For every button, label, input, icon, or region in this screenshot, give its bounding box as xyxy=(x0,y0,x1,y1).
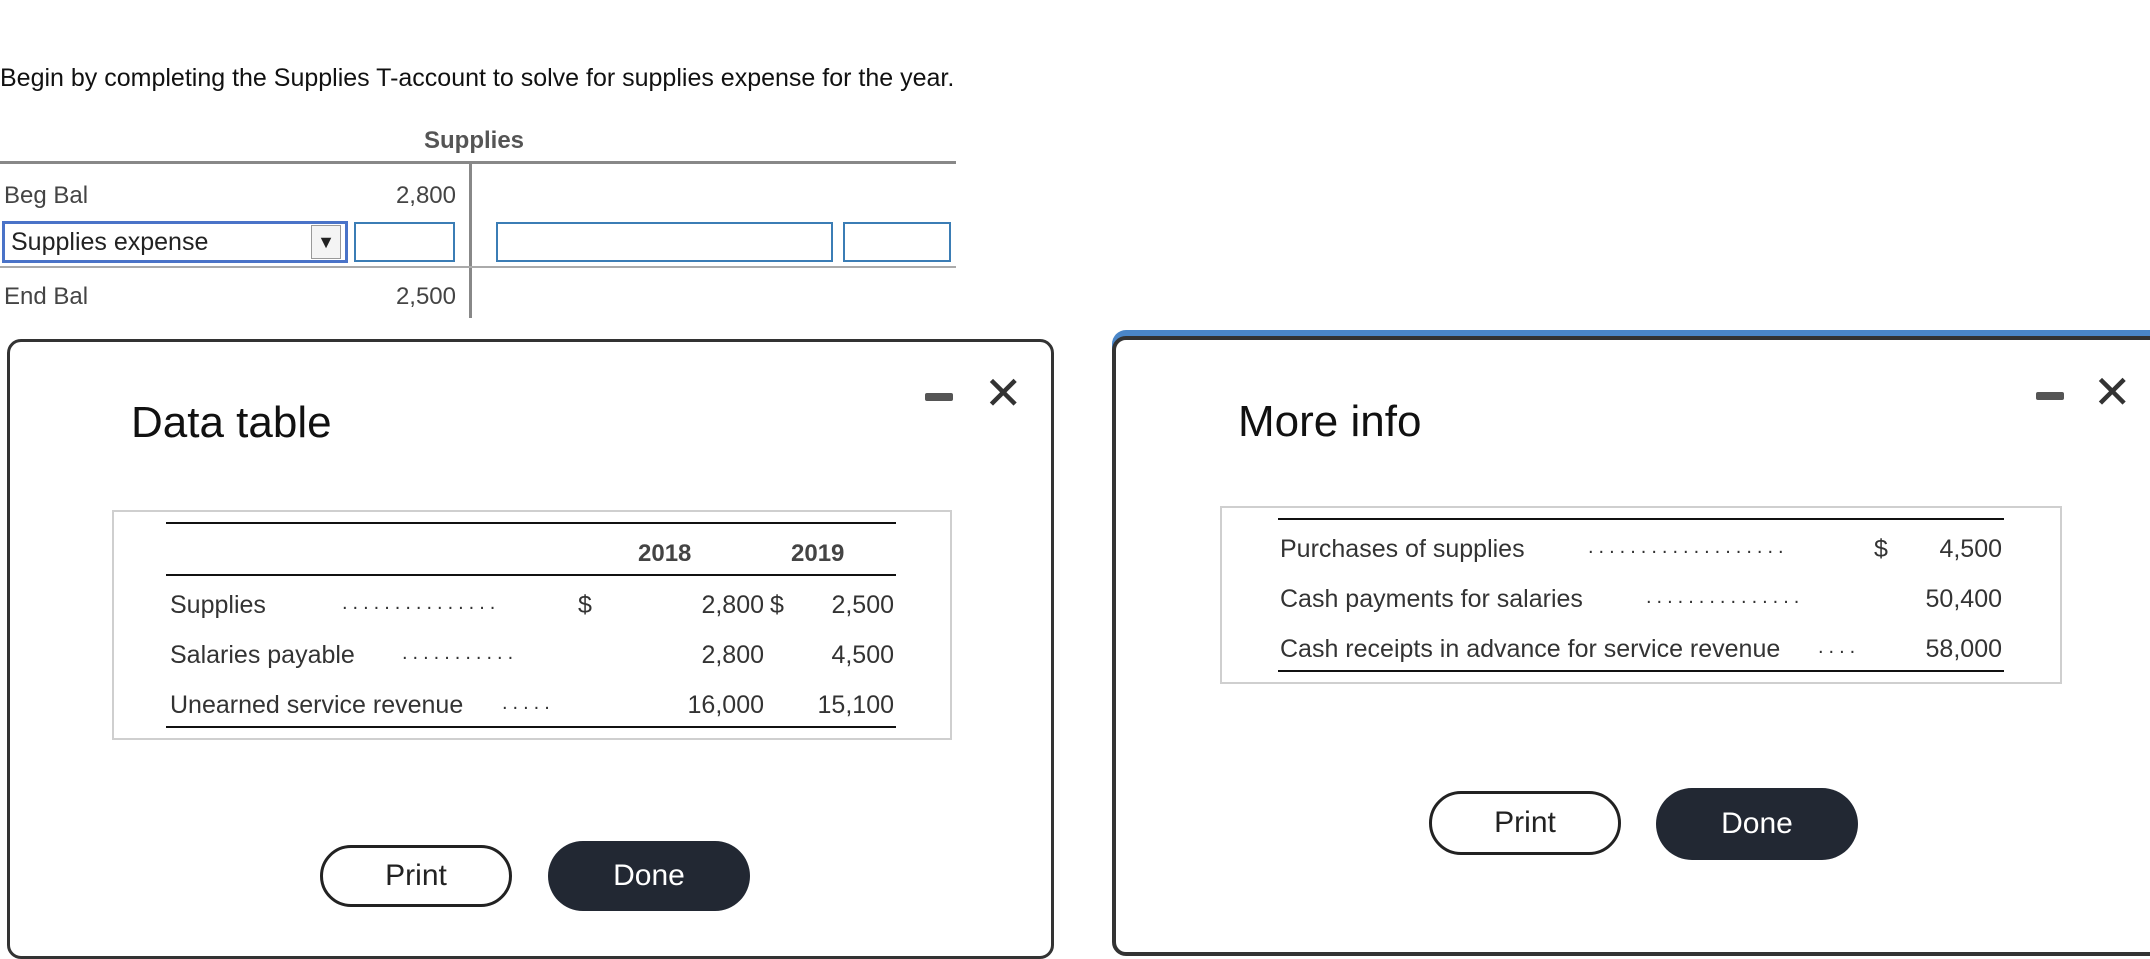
row-label-supplies: Supplies xyxy=(170,591,266,619)
table-top-rule xyxy=(1278,518,2004,520)
more-info-title: More info xyxy=(1238,397,1422,446)
leader-dots: ................... xyxy=(1588,536,1789,558)
leader-dots: .... xyxy=(1818,636,1861,658)
table-top-rule xyxy=(166,522,896,524)
minimize-icon[interactable] xyxy=(925,393,953,401)
dropdown-arrow-icon[interactable]: ▼ xyxy=(311,225,341,259)
header-rule xyxy=(166,574,896,576)
row-label-advance-receipts: Cash receipts in advance for service rev… xyxy=(1280,635,1781,663)
cell-salary-payments: 50,400 xyxy=(1925,585,2002,613)
cell-unearned-2019: 15,100 xyxy=(817,691,894,719)
table-bottom-rule xyxy=(166,726,896,728)
beg-bal-value: 2,800 xyxy=(395,182,456,209)
instruction-text: Begin by completing the Supplies T-accou… xyxy=(0,64,955,92)
cell-unearned-2018: 16,000 xyxy=(687,691,764,719)
cell-supplies-2019: 2,500 xyxy=(831,591,894,619)
more-info-modal: More info ✕ Purchases of supplies ......… xyxy=(1112,336,2150,956)
done-button[interactable]: Done xyxy=(548,841,750,911)
minimize-icon[interactable] xyxy=(2036,392,2064,400)
t-account-top-line xyxy=(0,161,956,164)
cell-salaries-2018: 2,800 xyxy=(701,641,764,669)
data-table: 2018 2019 Supplies ............... $ 2,8… xyxy=(112,510,952,740)
t-account-row-divider xyxy=(0,266,956,268)
data-table-modal: Data table ✕ 2018 2019 Supplies ........… xyxy=(7,339,1054,959)
leader-dots: ............... xyxy=(342,592,501,614)
done-button[interactable]: Done xyxy=(1656,788,1858,860)
row-label-salary-payments: Cash payments for salaries xyxy=(1280,585,1583,613)
row-label-unearned-revenue: Unearned service revenue xyxy=(170,691,464,719)
t-account-center-line xyxy=(469,163,472,318)
credit-amount-input[interactable] xyxy=(843,222,951,262)
leader-dots: ..... xyxy=(502,692,555,714)
debit-amount-input[interactable] xyxy=(354,222,455,262)
close-icon[interactable]: ✕ xyxy=(984,370,1023,416)
print-button[interactable]: Print xyxy=(320,845,512,907)
more-info-table: Purchases of supplies ..................… xyxy=(1220,506,2062,684)
cell-purchases: 4,500 xyxy=(1939,535,2002,563)
column-header-2018: 2018 xyxy=(638,540,692,567)
credit-account-input[interactable] xyxy=(496,222,833,262)
account-select[interactable]: Supplies expense ▼ xyxy=(2,221,348,263)
row-label-salaries-payable: Salaries payable xyxy=(170,641,355,669)
leader-dots: ............... xyxy=(1646,586,1805,608)
cell-supplies-2018: 2,800 xyxy=(701,591,764,619)
currency-symbol: $ xyxy=(578,591,592,619)
end-bal-label: End Bal xyxy=(4,283,89,310)
row-label-purchases: Purchases of supplies xyxy=(1280,535,1525,563)
end-bal-value: 2,500 xyxy=(395,283,456,310)
account-select-value: Supplies expense xyxy=(11,227,209,256)
close-icon[interactable]: ✕ xyxy=(2093,369,2132,415)
print-button[interactable]: Print xyxy=(1429,791,1621,855)
beg-bal-label: Beg Bal xyxy=(4,182,89,209)
column-header-2019: 2019 xyxy=(791,540,845,567)
table-bottom-rule xyxy=(1278,670,2004,672)
leader-dots: ........... xyxy=(402,642,519,664)
cell-salaries-2019: 4,500 xyxy=(831,641,894,669)
data-table-title: Data table xyxy=(131,398,332,447)
cell-advance-receipts: 58,000 xyxy=(1925,635,2002,663)
t-account-title: Supplies xyxy=(424,127,525,154)
